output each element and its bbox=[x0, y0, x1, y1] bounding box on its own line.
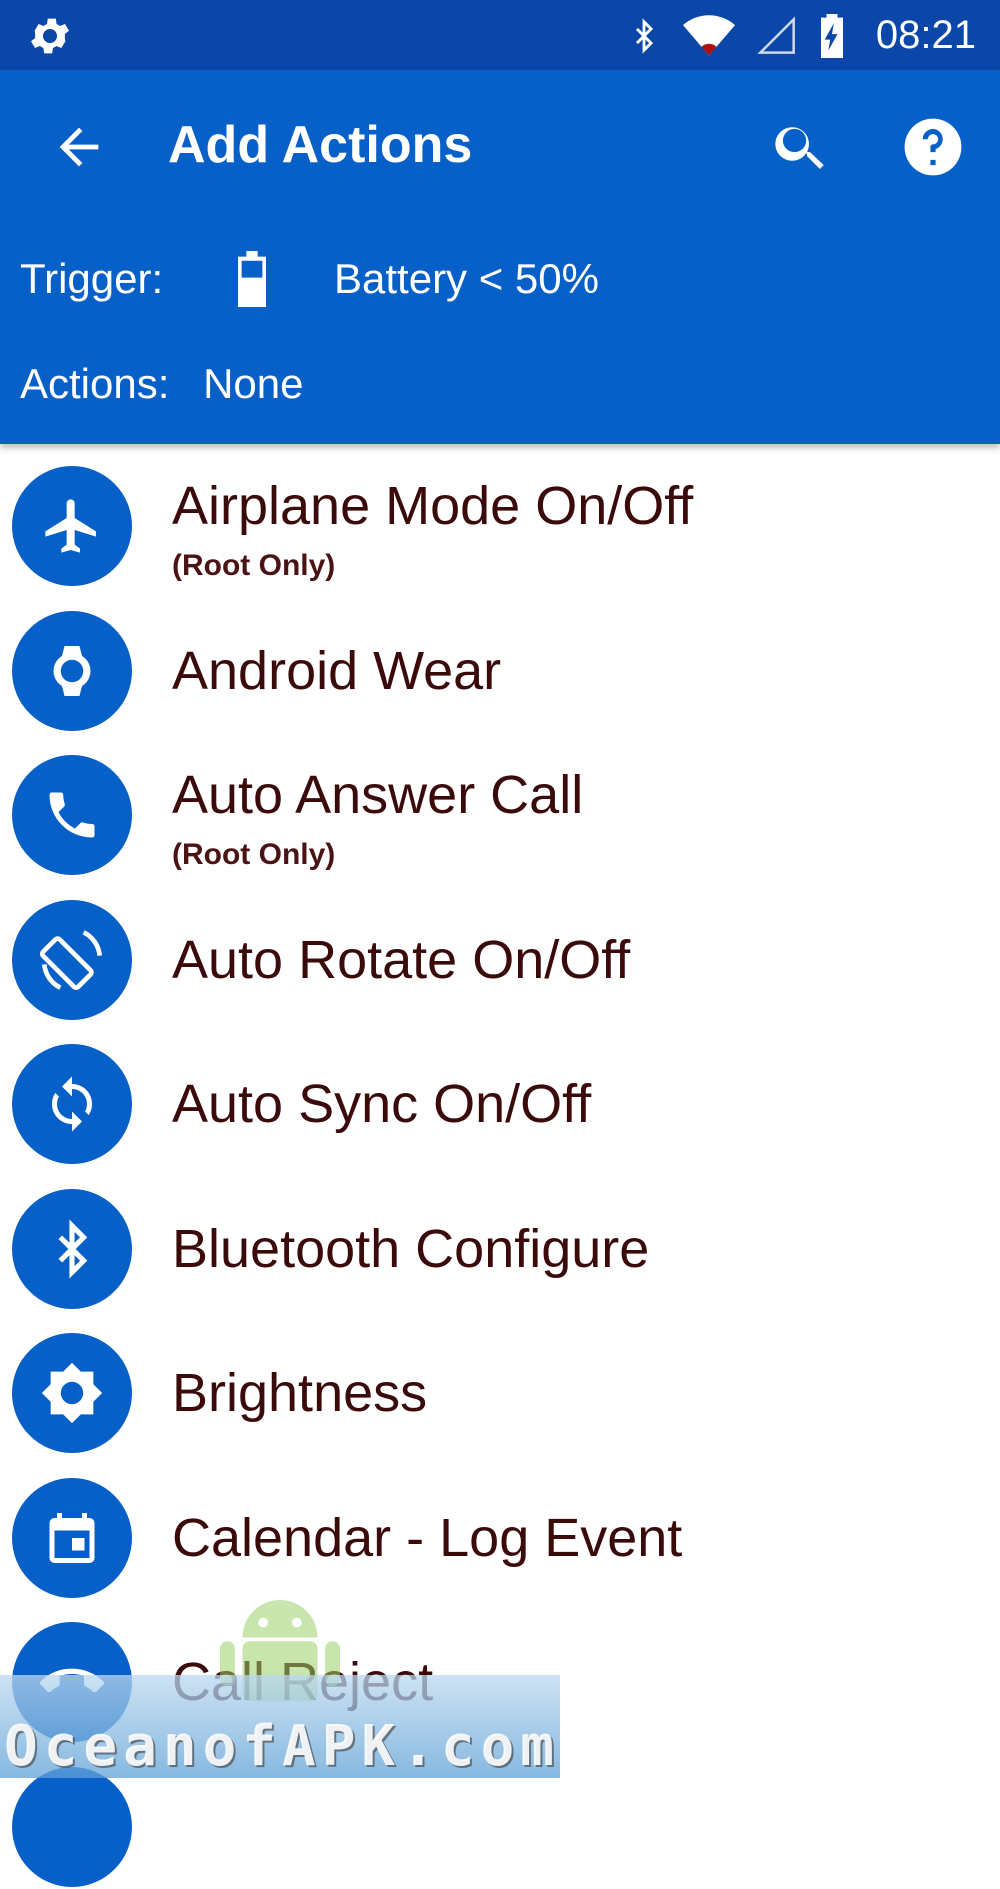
cell-signal-icon bbox=[757, 14, 797, 58]
gear-icon bbox=[24, 12, 76, 60]
actions-row: Actions: None bbox=[20, 356, 303, 412]
airplane-icon bbox=[12, 466, 132, 586]
list-item-sublabel: (Root Only) bbox=[172, 548, 335, 584]
phone-icon bbox=[12, 755, 132, 875]
arrow-back-icon[interactable] bbox=[50, 118, 108, 176]
list-item-label: Android Wear bbox=[172, 639, 501, 703]
trigger-row: Trigger: Battery < 50% bbox=[20, 248, 599, 310]
actions-list: Airplane Mode On/Off (Root Only) Android… bbox=[0, 444, 1000, 1889]
battery-charging-icon bbox=[819, 14, 845, 58]
search-icon[interactable] bbox=[770, 116, 832, 178]
list-item-airplane-mode[interactable]: Airplane Mode On/Off (Root Only) bbox=[0, 444, 1000, 589]
brightness-icon bbox=[12, 1333, 132, 1453]
list-item-auto-answer-call[interactable]: Auto Answer Call (Root Only) bbox=[0, 733, 1000, 878]
list-item-label: Auto Rotate On/Off bbox=[172, 928, 630, 992]
list-item-call-reject[interactable]: Call Reject bbox=[0, 1600, 1000, 1745]
actions-label: Actions: bbox=[20, 360, 169, 407]
list-item-auto-sync[interactable]: Auto Sync On/Off bbox=[0, 1022, 1000, 1167]
actions-value: None bbox=[203, 360, 303, 407]
list-item-label: Auto Sync On/Off bbox=[172, 1072, 591, 1136]
list-item-sublabel: (Root Only) bbox=[172, 837, 335, 873]
wifi-icon bbox=[683, 14, 735, 58]
page-title: Add Actions bbox=[168, 114, 472, 176]
battery-icon bbox=[234, 248, 314, 310]
list-item-label: Calendar - Log Event bbox=[172, 1506, 682, 1570]
screen-rotation-icon bbox=[12, 900, 132, 1020]
list-item-label: Bluetooth Configure bbox=[172, 1217, 649, 1281]
list-item-label: Brightness bbox=[172, 1361, 427, 1425]
clock: 08:21 bbox=[876, 10, 976, 60]
list-item-label: Call Reject bbox=[172, 1650, 433, 1714]
trigger-label: Trigger: bbox=[20, 255, 210, 303]
list-item-label: Airplane Mode On/Off bbox=[172, 474, 693, 538]
call-end-icon bbox=[12, 1622, 132, 1742]
partial-icon bbox=[12, 1767, 132, 1887]
status-bar: 08:21 bbox=[0, 0, 1000, 70]
list-item-android-wear[interactable]: Android Wear bbox=[0, 589, 1000, 734]
list-item-auto-rotate[interactable]: Auto Rotate On/Off bbox=[0, 878, 1000, 1023]
list-item-calendar-log-event[interactable]: Calendar - Log Event bbox=[0, 1456, 1000, 1601]
sync-icon bbox=[12, 1044, 132, 1164]
bluetooth-icon bbox=[12, 1189, 132, 1309]
app-bar: Add Actions Trigger: Battery < 50% Actio… bbox=[0, 70, 1000, 444]
list-item-label: Auto Answer Call bbox=[172, 763, 583, 827]
trigger-value: Battery < 50% bbox=[334, 255, 599, 303]
calendar-icon bbox=[12, 1478, 132, 1598]
bluetooth-icon bbox=[627, 14, 661, 58]
list-item-bluetooth-configure[interactable]: Bluetooth Configure bbox=[0, 1167, 1000, 1312]
watch-icon bbox=[12, 611, 132, 731]
list-item-brightness[interactable]: Brightness bbox=[0, 1311, 1000, 1456]
list-item-partial[interactable] bbox=[0, 1745, 1000, 1889]
help-icon[interactable] bbox=[902, 116, 964, 178]
